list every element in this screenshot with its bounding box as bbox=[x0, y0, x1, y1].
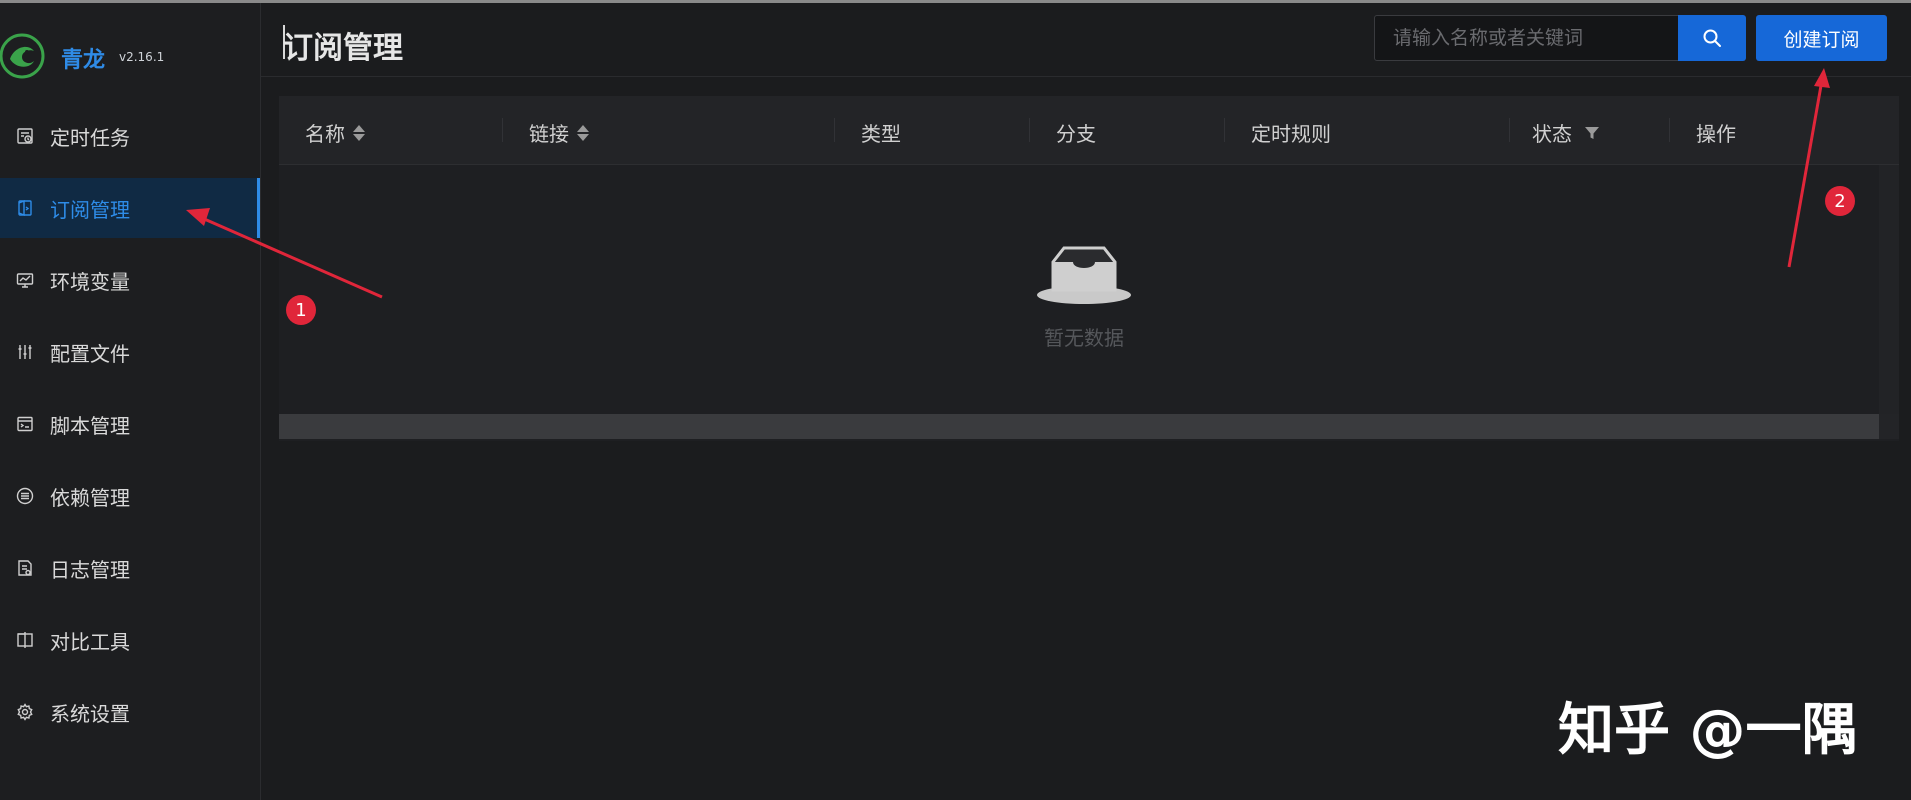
column-divider bbox=[1224, 118, 1225, 142]
sidebar-item-settings[interactable]: 系统设置 bbox=[0, 682, 260, 742]
column-label: 操作 bbox=[1696, 122, 1736, 146]
column-divider bbox=[834, 118, 835, 142]
column-header-type[interactable]: 类型 bbox=[861, 118, 901, 147]
scrollbar-corner bbox=[1879, 414, 1899, 439]
page-header: 订阅管理 创建订阅 bbox=[261, 3, 1911, 77]
column-header-cron[interactable]: 定时规则 bbox=[1251, 118, 1331, 147]
watermark: 知乎 @一隅 bbox=[1558, 698, 1858, 763]
app-version: v2.16.1 bbox=[119, 50, 165, 64]
main-content: 订阅管理 创建订阅 名称 链接 类型 bbox=[261, 3, 1911, 800]
column-label: 类型 bbox=[861, 122, 901, 146]
column-header-actions: 操作 bbox=[1696, 118, 1736, 147]
create-subscription-button[interactable]: 创建订阅 bbox=[1756, 15, 1887, 61]
column-divider bbox=[502, 118, 503, 142]
scheduled-task-icon bbox=[16, 127, 34, 145]
column-label: 分支 bbox=[1056, 122, 1096, 146]
sidebar-item-scheduled-tasks[interactable]: 定时任务 bbox=[0, 106, 260, 166]
list-circle-icon bbox=[16, 487, 34, 505]
sidebar-item-label: 依赖管理 bbox=[50, 485, 130, 510]
table-header: 名称 链接 类型 分支 定时规则 状态 操作 bbox=[279, 96, 1899, 165]
sidebar-item-label: 环境变量 bbox=[50, 269, 130, 294]
qinglong-logo-icon bbox=[0, 33, 45, 79]
subscription-table: 名称 链接 类型 分支 定时规则 状态 操作 暂无数据 bbox=[279, 96, 1899, 441]
column-label: 定时规则 bbox=[1251, 122, 1331, 146]
search-box bbox=[1374, 15, 1679, 61]
horizontal-scrollbar[interactable] bbox=[279, 414, 1879, 439]
code-icon bbox=[16, 415, 34, 433]
sidebar-item-dependencies[interactable]: 依赖管理 bbox=[0, 466, 260, 526]
subscription-icon bbox=[16, 199, 34, 217]
search-icon bbox=[1703, 29, 1721, 47]
sidebar-item-label: 对比工具 bbox=[50, 629, 130, 654]
app-logo[interactable]: 青龙 v2.16.1 bbox=[0, 31, 260, 81]
sidebar-nav: 定时任务 订阅管理 环境变量 配置文件 脚本管理 依赖管理 日志管理 对比工具 … bbox=[0, 106, 260, 754]
sidebar-item-label: 配置文件 bbox=[50, 341, 130, 366]
empty-text: 暂无数据 bbox=[1044, 326, 1124, 350]
table-body: 暂无数据 bbox=[279, 165, 1879, 415]
sidebar: 青龙 v2.16.1 定时任务 订阅管理 环境变量 配置文件 脚本管理 依赖管理… bbox=[0, 3, 261, 800]
column-header-name[interactable]: 名称 bbox=[305, 118, 365, 147]
column-divider bbox=[1029, 118, 1030, 142]
sidebar-item-label: 脚本管理 bbox=[50, 413, 130, 438]
column-divider bbox=[1669, 118, 1670, 142]
sidebar-item-environment-variables[interactable]: 环境变量 bbox=[0, 250, 260, 310]
sidebar-item-label: 日志管理 bbox=[50, 557, 130, 582]
sort-icon[interactable] bbox=[577, 124, 589, 141]
filter-icon[interactable] bbox=[1584, 125, 1600, 141]
search-input[interactable] bbox=[1375, 16, 1678, 60]
sidebar-item-label: 订阅管理 bbox=[50, 197, 130, 222]
vertical-scrollbar[interactable] bbox=[1879, 165, 1899, 435]
column-header-link[interactable]: 链接 bbox=[529, 118, 589, 147]
gear-icon bbox=[16, 703, 34, 721]
search-button[interactable] bbox=[1678, 15, 1746, 61]
column-label: 名称 bbox=[305, 122, 345, 146]
sidebar-item-logs[interactable]: 日志管理 bbox=[0, 538, 260, 598]
column-label: 链接 bbox=[529, 122, 569, 146]
column-header-branch[interactable]: 分支 bbox=[1056, 118, 1096, 147]
sidebar-item-label: 定时任务 bbox=[50, 125, 130, 150]
column-header-status[interactable]: 状态 bbox=[1532, 118, 1600, 147]
sidebar-item-subscriptions[interactable]: 订阅管理 bbox=[0, 178, 260, 238]
log-file-icon bbox=[16, 559, 34, 577]
annotation-badge-1: 1 bbox=[286, 295, 316, 325]
empty-state: 暂无数据 bbox=[1031, 240, 1137, 351]
annotation-badge-2: 2 bbox=[1825, 186, 1855, 216]
sliders-icon bbox=[16, 343, 34, 361]
column-label: 状态 bbox=[1532, 122, 1572, 146]
sort-icon[interactable] bbox=[353, 124, 365, 141]
empty-inbox-icon bbox=[1037, 246, 1131, 304]
sidebar-item-label: 系统设置 bbox=[50, 701, 130, 726]
page-title: 订阅管理 bbox=[283, 31, 403, 66]
sidebar-item-config-files[interactable]: 配置文件 bbox=[0, 322, 260, 382]
diff-icon bbox=[16, 631, 34, 649]
app-name: 青龙 bbox=[61, 48, 106, 73]
column-divider bbox=[1509, 118, 1510, 142]
monitor-icon bbox=[16, 271, 34, 289]
sidebar-item-scripts[interactable]: 脚本管理 bbox=[0, 394, 260, 454]
sidebar-item-diff-tool[interactable]: 对比工具 bbox=[0, 610, 260, 670]
